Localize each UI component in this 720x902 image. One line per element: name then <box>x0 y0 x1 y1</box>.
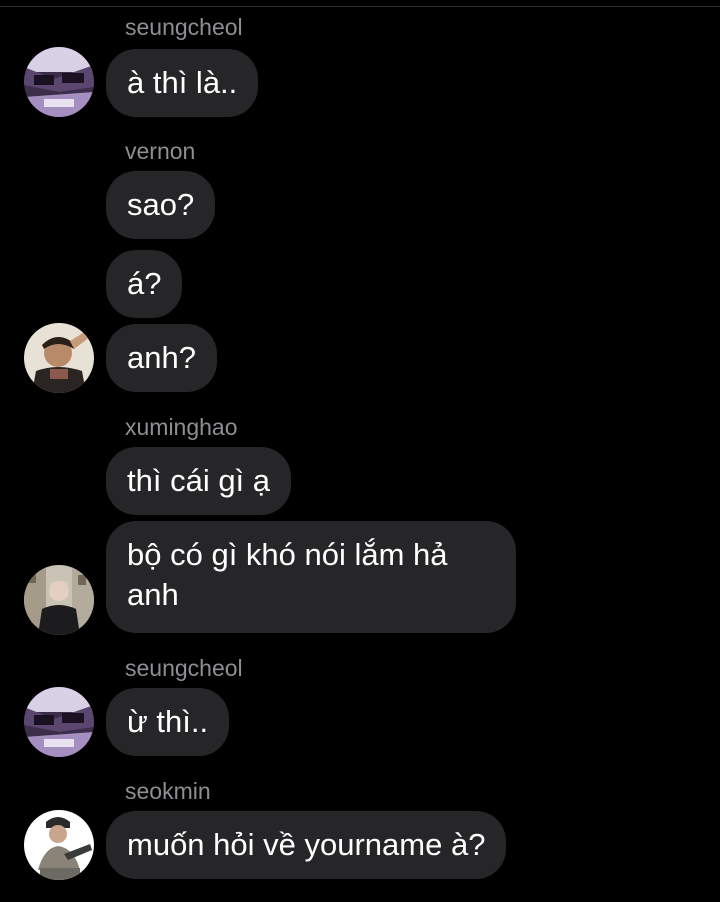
avatar-image <box>24 47 94 117</box>
avatar-xuminghao[interactable] <box>24 565 94 635</box>
message-bubble[interactable]: á? <box>106 250 183 318</box>
message-bubble[interactable]: thì cái gì ạ <box>106 447 292 515</box>
avatar-image <box>24 565 94 635</box>
sender-name: seungcheol <box>125 14 243 40</box>
avatar-image <box>24 687 94 757</box>
avatar-image <box>24 810 94 880</box>
sender-name: seungcheol <box>125 655 243 681</box>
avatar-seungcheol[interactable] <box>24 687 94 757</box>
avatar-vernon[interactable] <box>24 323 94 393</box>
message-bubble[interactable]: bộ có gì khó nói lắm hả anh <box>106 521 516 633</box>
avatar-seungcheol[interactable] <box>24 47 94 117</box>
top-divider <box>0 6 720 7</box>
sender-name: seokmin <box>125 778 211 804</box>
avatar-image <box>24 323 94 393</box>
sender-name: vernon <box>125 138 196 164</box>
sender-name: xuminghao <box>125 414 238 440</box>
avatar-seokmin[interactable] <box>24 810 94 880</box>
message-bubble[interactable]: sao? <box>106 171 216 239</box>
message-bubble[interactable]: à thì là.. <box>106 49 259 117</box>
message-bubble[interactable]: muốn hỏi về yourname à? <box>106 811 507 879</box>
message-bubble[interactable]: ừ thì.. <box>106 688 230 756</box>
message-bubble[interactable]: anh? <box>106 324 217 392</box>
